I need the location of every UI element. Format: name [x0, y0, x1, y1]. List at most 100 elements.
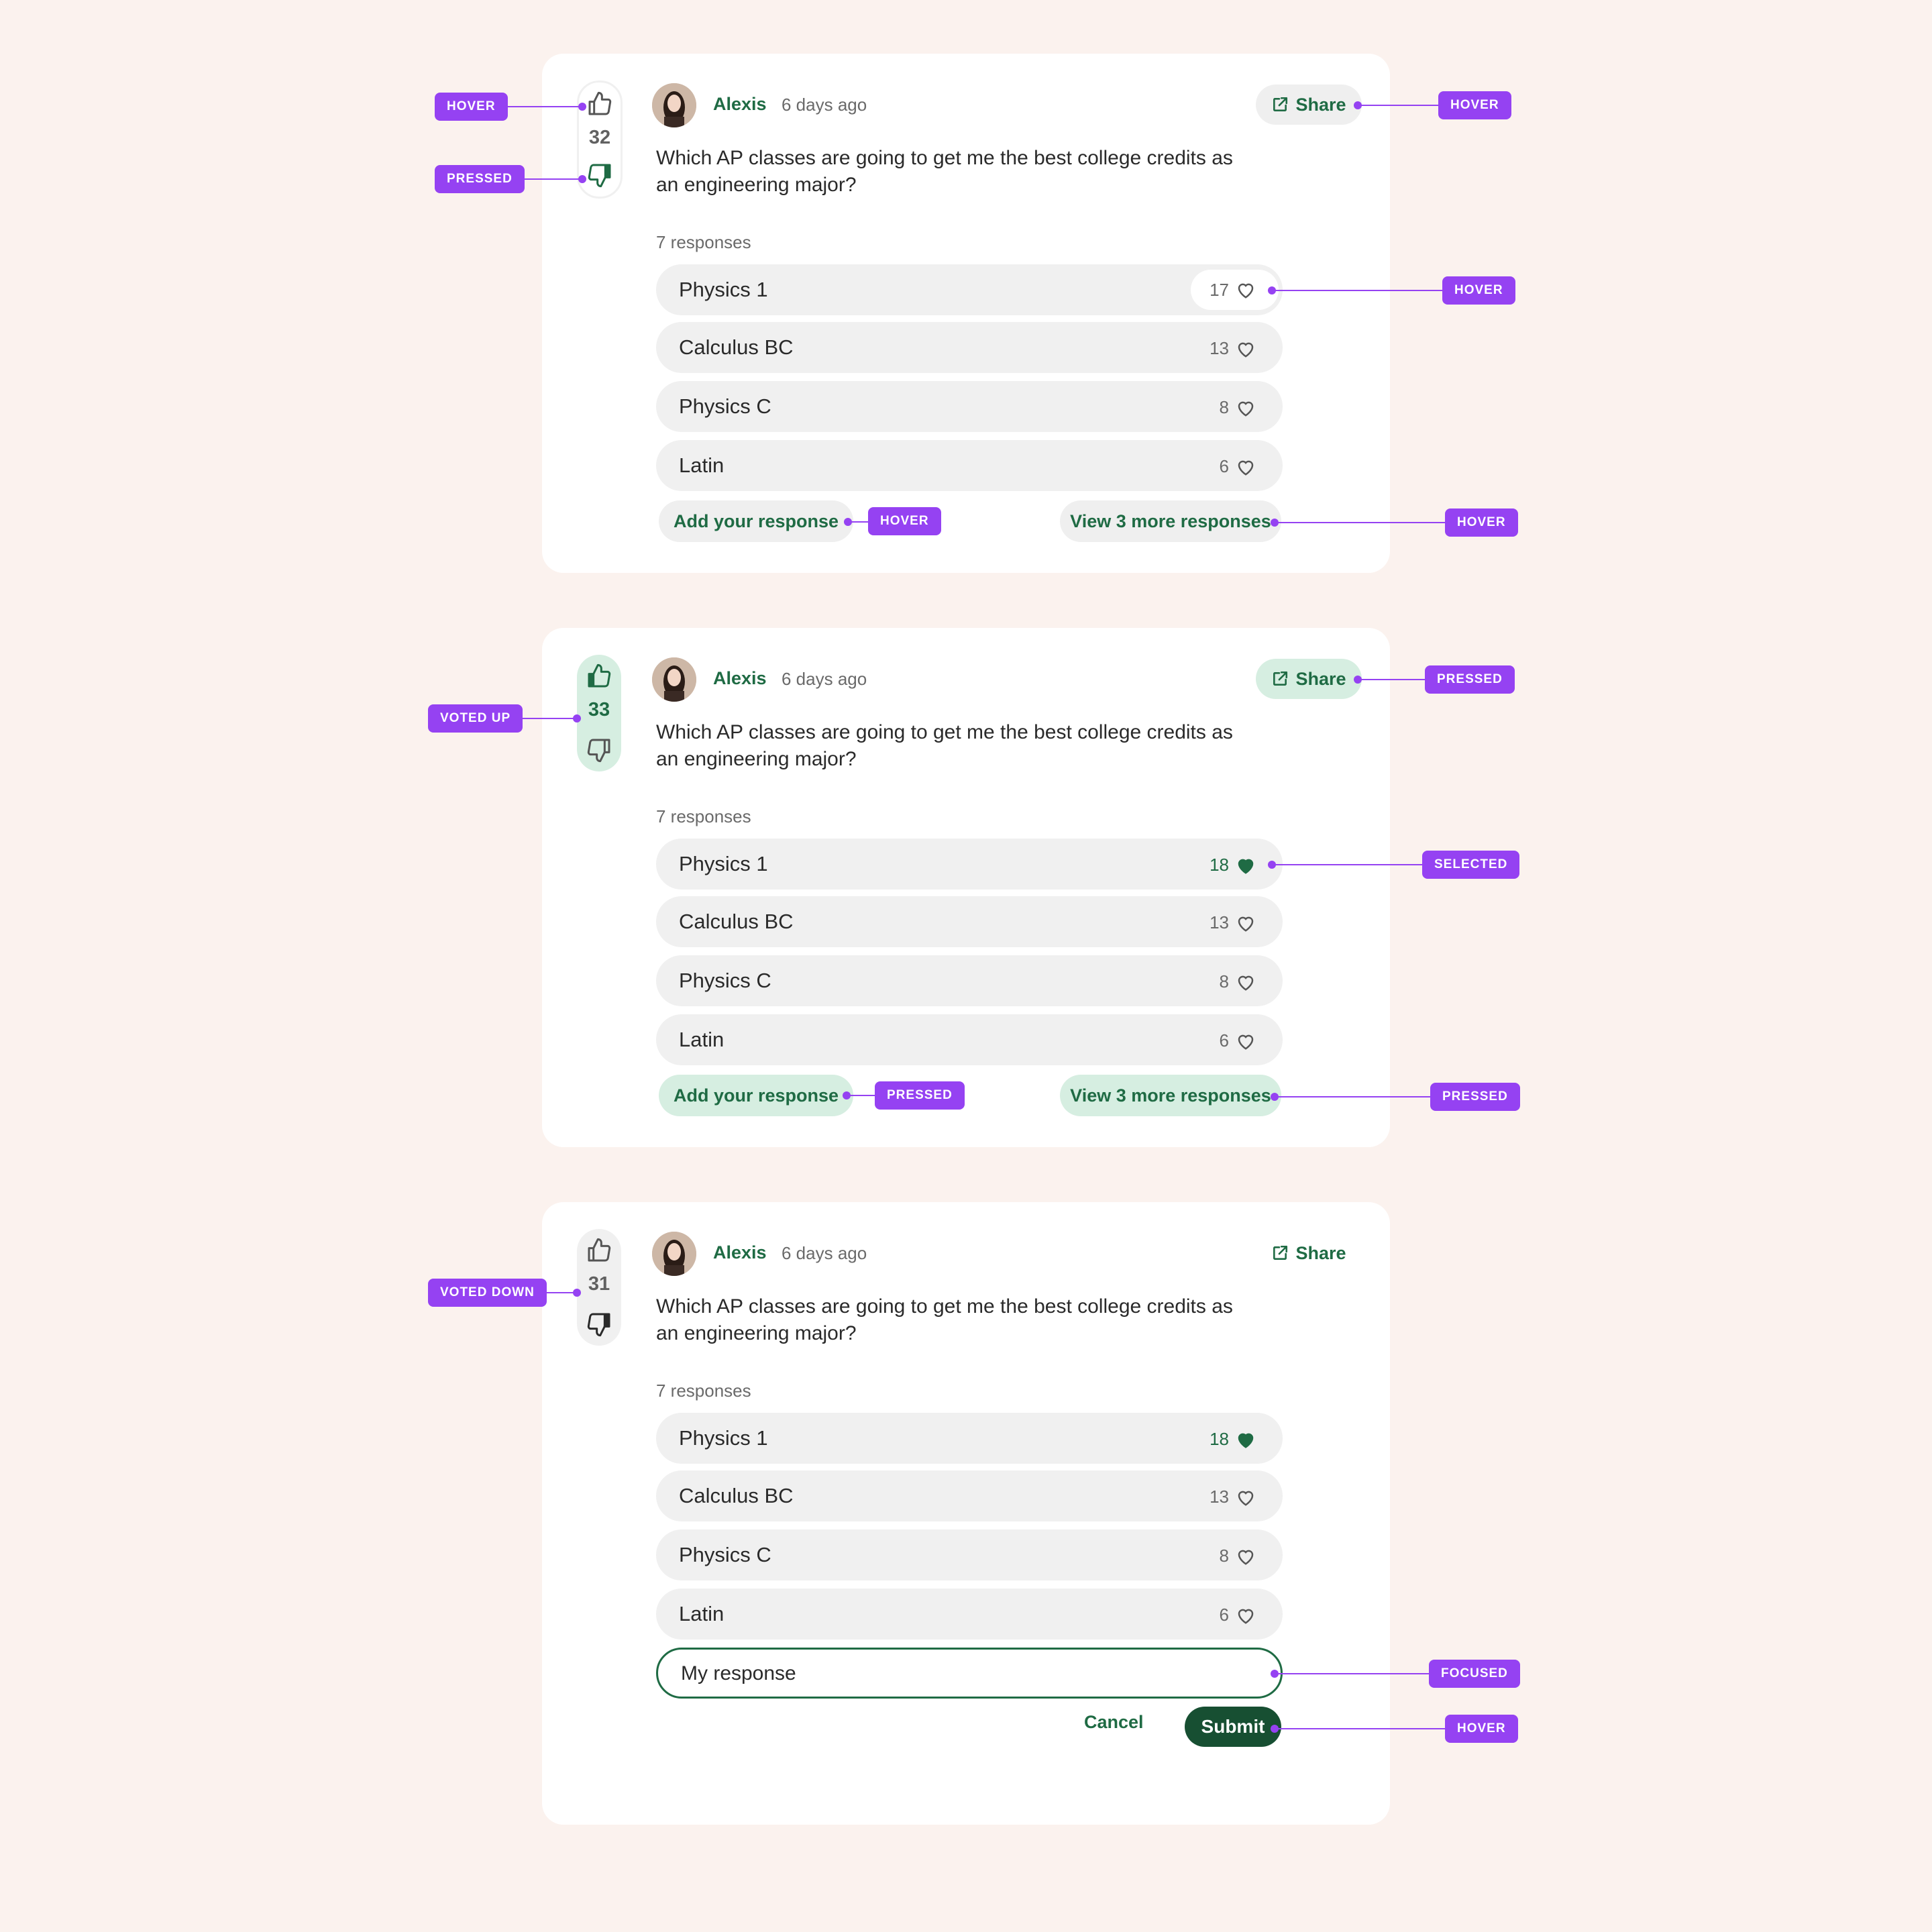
add-response-button[interactable]: Add your response: [659, 1075, 853, 1116]
cancel-button[interactable]: Cancel: [1084, 1712, 1144, 1733]
response-row[interactable]: Physics C 8: [656, 381, 1283, 432]
like-count: 18: [1210, 1429, 1229, 1449]
heart-icon: [1238, 1034, 1254, 1050]
like-button[interactable]: 6: [1220, 1605, 1256, 1625]
like-count: 18: [1210, 855, 1229, 875]
annotation-hover: HOVER: [1445, 508, 1518, 537]
like-button[interactable]: 8: [1220, 1546, 1256, 1566]
annotation-line: [1272, 864, 1422, 865]
annotation-line: [1275, 1096, 1430, 1097]
thumbs-up-icon[interactable]: [586, 91, 613, 117]
author-name[interactable]: Alexis: [713, 1242, 767, 1263]
heart-icon: [1238, 460, 1254, 476]
response-label: Physics 1: [679, 1426, 768, 1450]
add-response-button[interactable]: Add your response: [659, 500, 853, 542]
like-count: 6: [1219, 1605, 1229, 1625]
heart-filled-icon: [1238, 1433, 1254, 1448]
thumbs-down-icon[interactable]: [586, 737, 612, 763]
annotation-line: [513, 718, 577, 719]
like-button[interactable]: 13: [1210, 338, 1256, 359]
annotation-hover: HOVER: [1442, 276, 1515, 305]
response-row[interactable]: Latin 6: [656, 1589, 1283, 1640]
like-button[interactable]: 6: [1220, 1030, 1256, 1051]
annotation-dot: [578, 175, 586, 183]
annotation-line: [847, 1095, 875, 1096]
annotation-pressed: PRESSED: [875, 1081, 965, 1110]
response-label: Calculus BC: [679, 335, 794, 359]
response-row[interactable]: Calculus BC 13: [656, 896, 1283, 947]
heart-icon: [1238, 975, 1254, 991]
like-count: 6: [1219, 456, 1229, 476]
annotation-dot: [573, 1289, 581, 1297]
author-name[interactable]: Alexis: [713, 94, 767, 115]
annotation-line: [1358, 105, 1438, 106]
like-count: 8: [1219, 1546, 1229, 1566]
heart-icon: [1238, 401, 1254, 417]
response-row[interactable]: Physics 1 17: [656, 264, 1283, 315]
question-card-default: 32 Alexis 6 days ago Share Which AP clas…: [542, 54, 1390, 573]
response-row[interactable]: Physics 1 18: [656, 1413, 1283, 1464]
question-card-responding: 31 Alexis 6 days ago Share Which AP clas…: [542, 1202, 1390, 1825]
response-input-wrapper: [656, 1648, 1283, 1699]
thumbs-down-icon[interactable]: [586, 162, 613, 189]
heart-icon: [1238, 283, 1254, 299]
like-button[interactable]: 18: [1210, 1429, 1256, 1450]
annotation-line: [514, 178, 582, 180]
post-time: 6 days ago: [782, 95, 867, 115]
view-more-responses-button[interactable]: View 3 more responses: [1060, 500, 1281, 542]
annotation-dot: [573, 714, 581, 722]
author-name[interactable]: Alexis: [713, 668, 767, 689]
like-count: 13: [1210, 1487, 1229, 1507]
response-row[interactable]: Physics 1 18: [656, 839, 1283, 890]
like-count: 13: [1210, 338, 1229, 358]
vote-control: 33: [577, 655, 621, 771]
thumbs-down-icon[interactable]: [586, 1311, 612, 1338]
heart-icon: [1238, 342, 1254, 358]
response-label: Latin: [679, 1028, 724, 1051]
response-label: Latin: [679, 1602, 724, 1625]
response-label: Latin: [679, 453, 724, 477]
response-label: Physics C: [679, 969, 771, 992]
external-link-icon: [1273, 671, 1288, 686]
share-button[interactable]: Share: [1256, 1233, 1362, 1273]
like-button[interactable]: 8: [1220, 971, 1256, 992]
vote-count: 33: [588, 699, 610, 720]
avatar: [652, 657, 696, 702]
annotation-line: [1275, 522, 1445, 523]
like-button[interactable]: 8: [1220, 397, 1256, 418]
like-button[interactable]: 17: [1191, 270, 1279, 310]
heart-filled-icon: [1238, 859, 1254, 874]
response-label: Physics C: [679, 1543, 771, 1566]
response-input[interactable]: [680, 1659, 1259, 1688]
like-count: 6: [1219, 1030, 1229, 1051]
submit-button[interactable]: Submit: [1185, 1707, 1281, 1747]
response-row[interactable]: Physics C 8: [656, 1529, 1283, 1580]
annotation-line: [1275, 1728, 1445, 1729]
like-button[interactable]: 18: [1210, 855, 1256, 875]
like-button[interactable]: 13: [1210, 1487, 1256, 1507]
response-row[interactable]: Latin 6: [656, 440, 1283, 491]
annotation-voted-up: VOTED UP: [428, 704, 523, 733]
avatar: [652, 1232, 696, 1276]
annotation-hover: HOVER: [1438, 91, 1511, 119]
response-row[interactable]: Calculus BC 13: [656, 322, 1283, 373]
annotation-pressed: PRESSED: [1430, 1083, 1520, 1111]
response-row[interactable]: Latin 6: [656, 1014, 1283, 1065]
thumbs-up-icon[interactable]: [586, 663, 612, 690]
share-button[interactable]: Share: [1256, 659, 1362, 699]
response-row[interactable]: Calculus BC 13: [656, 1470, 1283, 1521]
response-row[interactable]: Physics C 8: [656, 955, 1283, 1006]
thumbs-up-icon[interactable]: [586, 1237, 612, 1264]
annotation-line: [848, 521, 868, 523]
share-button[interactable]: Share: [1256, 85, 1362, 125]
view-more-responses-button[interactable]: View 3 more responses: [1060, 1075, 1281, 1116]
question-card-active: 33 Alexis 6 days ago Share Which AP clas…: [542, 628, 1390, 1147]
question-text: Which AP classes are going to get me the…: [656, 1295, 1233, 1344]
annotation-selected: SELECTED: [1422, 851, 1520, 879]
annotation-line: [1272, 290, 1442, 291]
share-label: Share: [1295, 1242, 1346, 1263]
share-label: Share: [1295, 668, 1346, 689]
heart-icon: [1238, 1609, 1254, 1624]
like-button[interactable]: 13: [1210, 912, 1256, 933]
like-button[interactable]: 6: [1220, 456, 1256, 477]
